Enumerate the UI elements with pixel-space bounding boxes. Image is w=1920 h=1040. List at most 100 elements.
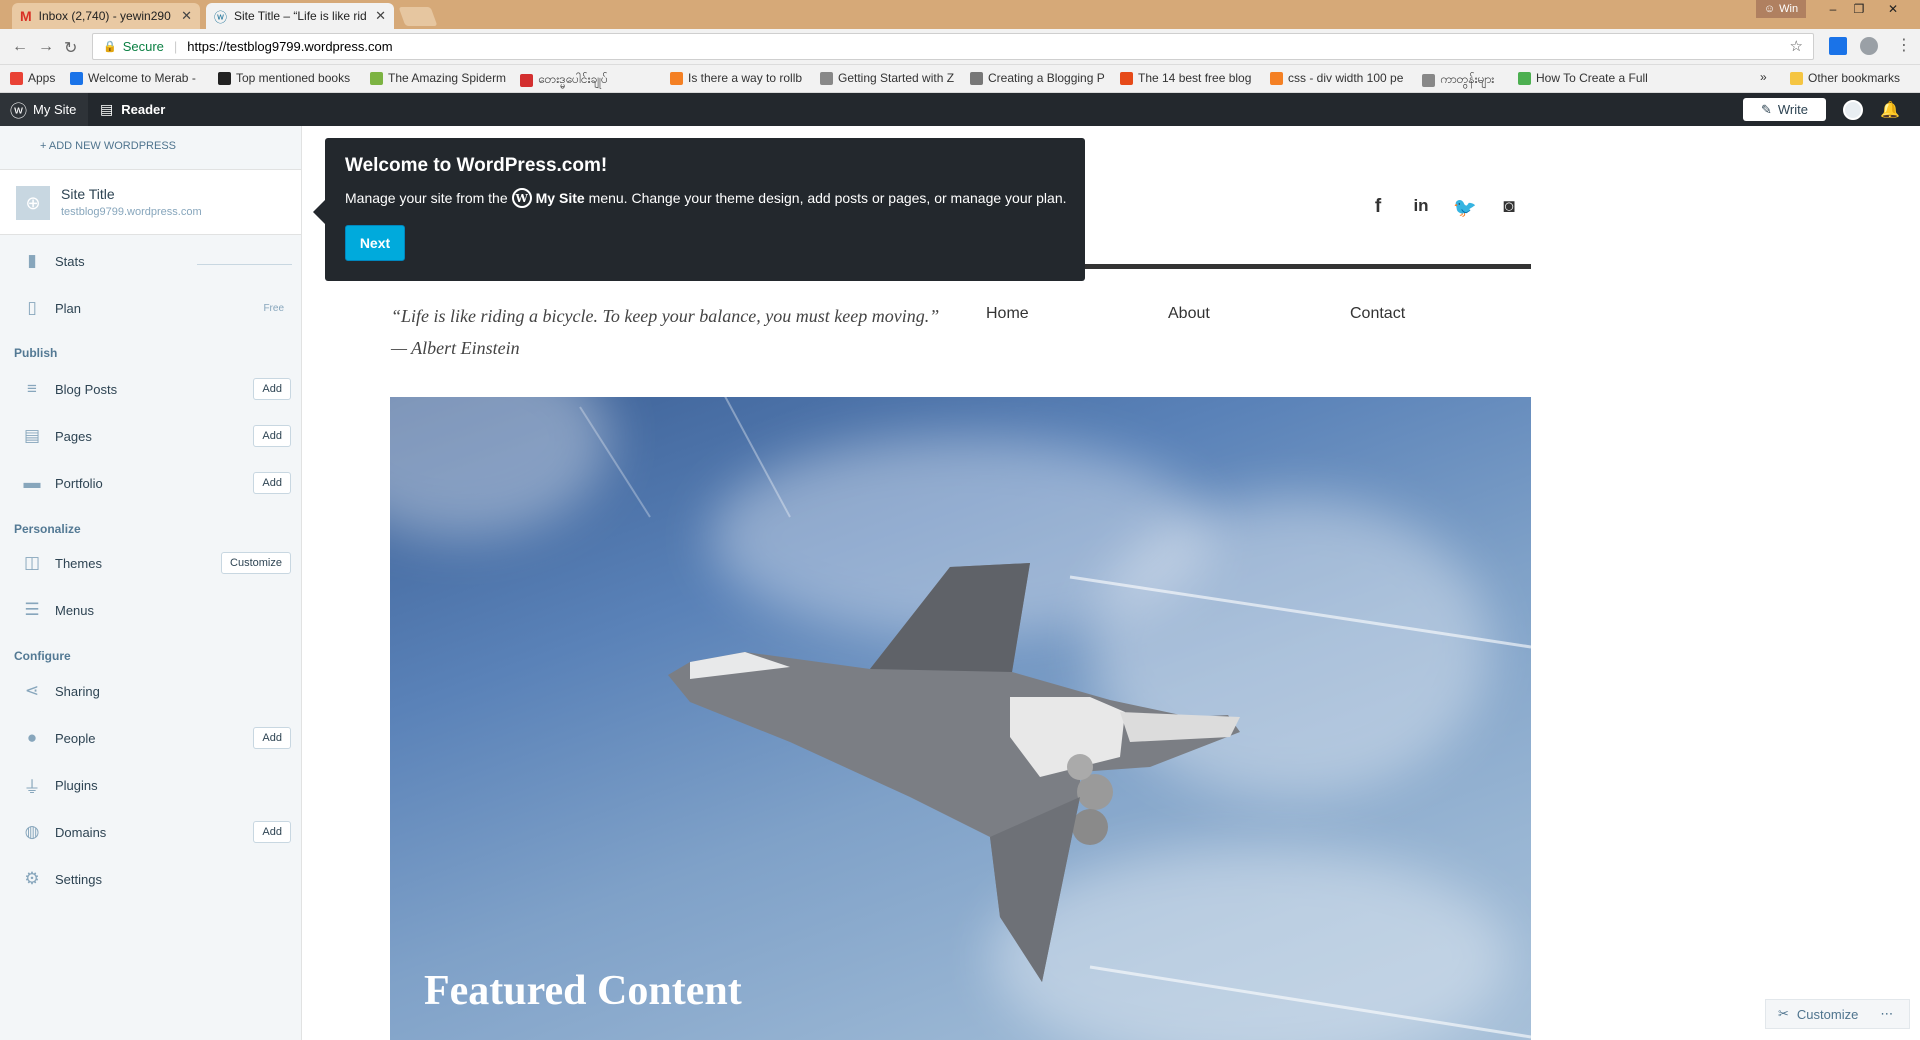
themes-icon: ◫: [23, 553, 41, 572]
close-tab-icon[interactable]: ✕: [181, 8, 192, 24]
bookmark-icon: [670, 71, 683, 85]
featured-image[interactable]: Featured Content: [390, 397, 1531, 1040]
sidebar-item-themes[interactable]: ◫ Themes Customize: [0, 543, 301, 583]
space-shuttle-image: [579, 397, 1531, 1039]
profile-badge[interactable]: ☺ Win: [1756, 0, 1806, 18]
more-bookmarks-icon[interactable]: »: [1760, 70, 1767, 84]
section-configure: Configure: [14, 649, 71, 663]
bookmark-item[interactable]: css - div width 100 pe: [1270, 71, 1403, 85]
menu-about[interactable]: About: [1168, 305, 1210, 323]
other-bookmarks[interactable]: Other bookmarks: [1790, 71, 1900, 85]
folder-icon: ▬: [23, 473, 41, 492]
gear-icon: ⚙: [24, 869, 40, 888]
bookmark-item[interactable]: Getting Started with Z: [820, 71, 954, 85]
close-tab-icon[interactable]: ✕: [375, 8, 386, 24]
tab-wordpress[interactable]: ⓦ Site Title – “Life is like rid ✕: [206, 3, 394, 29]
sidebar-item-plugins[interactable]: ⏚ Plugins: [0, 765, 301, 805]
sidebar-item-pages[interactable]: ▤ Pages Add: [0, 416, 301, 456]
tab-gmail[interactable]: M Inbox (2,740) - yewin290 ✕: [12, 3, 200, 29]
url-text[interactable]: https://testblog9799.wordpress.com: [187, 39, 392, 54]
reader-button[interactable]: ▤ Reader: [100, 93, 165, 126]
add-people-button[interactable]: Add: [253, 727, 291, 749]
bookmarks-bar: Other bookmarks » Apps Welcome to Merab -…: [0, 65, 1920, 93]
facebook-icon[interactable]: f: [1366, 196, 1390, 218]
bookmark-item[interactable]: Top mentioned books: [218, 71, 350, 85]
close-window-icon[interactable]: ✕: [1880, 0, 1906, 18]
bookmark-item[interactable]: Is there a way to rollb: [670, 71, 802, 85]
lock-icon: 🔒: [103, 41, 117, 53]
other-bookmarks-label: Other bookmarks: [1808, 71, 1901, 85]
instagram-icon[interactable]: ◙: [1497, 196, 1521, 218]
add-post-button[interactable]: Add: [253, 378, 291, 400]
wp-masterbar: ⓦ My Site ▤ Reader ✎ Write 🔔: [0, 93, 1920, 126]
bookmark-item[interactable]: Creating a Blogging P: [970, 71, 1105, 85]
folder-icon: [1790, 71, 1803, 85]
bookmark-item[interactable]: Apps: [10, 71, 55, 85]
sidebar-item-stats[interactable]: ▮ Stats: [0, 241, 301, 281]
bookmark-label: How To Create a Full: [1536, 71, 1648, 85]
header-rule: [1085, 264, 1531, 269]
reload-icon[interactable]: ↻: [64, 38, 77, 58]
bookmark-icon: [1270, 71, 1283, 85]
bookmark-item[interactable]: How To Create a Full: [1518, 71, 1648, 85]
avatar[interactable]: [1843, 100, 1863, 120]
notifications-icon[interactable]: 🔔: [1880, 100, 1900, 120]
bookmark-icon: [218, 71, 231, 85]
bookmark-item[interactable]: Welcome to Merab -: [70, 71, 196, 85]
tab-title: Inbox (2,740) - yewin290: [38, 9, 171, 23]
restore-icon[interactable]: ❐: [1846, 0, 1872, 18]
add-new-wordpress-link[interactable]: + ADD NEW WORDPRESS: [40, 140, 176, 152]
bookmark-item[interactable]: ကာတွန်းများ: [1422, 71, 1494, 89]
extension-icon[interactable]: [1829, 37, 1847, 55]
bookmark-item[interactable]: The 14 best free blog: [1120, 71, 1251, 85]
menu-home[interactable]: Home: [986, 305, 1029, 323]
current-site-card[interactable]: ⊕ Site Title testblog9799.wordpress.com: [0, 169, 301, 235]
menu-icon[interactable]: ⋮: [1896, 35, 1912, 55]
sidebar-item-plan[interactable]: ▯ Plan Free: [0, 288, 301, 328]
more-options-icon[interactable]: ⋯: [1880, 1006, 1893, 1022]
bookmark-icon: [820, 71, 833, 85]
sidebar-item-menus[interactable]: ☰ Menus: [0, 590, 301, 630]
bookmark-label: တေးဒ္မပေါင်းချုပ်: [538, 72, 608, 86]
minimize-icon[interactable]: –: [1820, 0, 1846, 18]
twitter-icon[interactable]: 🐦: [1453, 196, 1477, 220]
customize-theme-button[interactable]: Customize: [221, 552, 291, 574]
sidebar-item-portfolio[interactable]: ▬ Portfolio Add: [0, 463, 301, 503]
wordpress-icon: W: [511, 188, 532, 208]
sidebar-item-sharing[interactable]: ⋖ Sharing: [0, 671, 301, 711]
bookmark-icon: [1120, 71, 1133, 85]
sidebar-item-settings[interactable]: ⚙ Settings: [0, 859, 301, 899]
bookmark-star-icon[interactable]: ☆: [1790, 37, 1803, 55]
pages-icon: ▤: [23, 426, 41, 445]
bookmark-label: Apps: [28, 71, 56, 85]
bookmark-label: Welcome to Merab -: [88, 71, 196, 85]
write-button[interactable]: ✎ Write: [1743, 98, 1826, 121]
sidebar-item-people[interactable]: ● People Add: [0, 718, 301, 758]
forward-icon[interactable]: →: [38, 38, 54, 56]
bookmark-label: Creating a Blogging P: [988, 71, 1105, 85]
sidebar-item-blog-posts[interactable]: ≡ Blog Posts Add: [0, 369, 301, 409]
add-portfolio-button[interactable]: Add: [253, 472, 291, 494]
customize-bar[interactable]: ✂ Customize ⋯: [1765, 999, 1910, 1029]
people-icon: ●: [26, 728, 38, 747]
tooltip-heading: Welcome to WordPress.com!: [345, 155, 608, 176]
new-tab-button[interactable]: [398, 7, 438, 26]
bookmark-item[interactable]: The Amazing Spiderm: [370, 71, 506, 85]
menu-contact[interactable]: Contact: [1350, 305, 1405, 323]
bookmark-item[interactable]: တေးဒ္မပေါင်းချုပ်: [520, 71, 608, 89]
next-button[interactable]: Next: [345, 225, 405, 261]
my-site-button[interactable]: ⓦ My Site: [0, 93, 88, 126]
linkedin-icon[interactable]: in: [1409, 196, 1433, 216]
plan-icon: ▯: [27, 298, 37, 317]
stats-icon: ▮: [27, 251, 37, 270]
add-page-button[interactable]: Add: [253, 425, 291, 447]
extension-icon[interactable]: [1860, 37, 1878, 55]
sidebar-item-domains[interactable]: ◍ Domains Add: [0, 812, 301, 852]
back-icon[interactable]: ←: [12, 38, 28, 56]
url-bar[interactable]: 🔒 Secure | https://testblog9799.wordpres…: [92, 33, 1814, 60]
globe-icon: ◍: [24, 822, 40, 841]
tooltip-text-before: Manage your site from the: [345, 190, 508, 206]
section-publish: Publish: [14, 346, 58, 360]
add-domain-button[interactable]: Add: [253, 821, 291, 843]
site-globe-icon: ⊕: [16, 186, 50, 220]
